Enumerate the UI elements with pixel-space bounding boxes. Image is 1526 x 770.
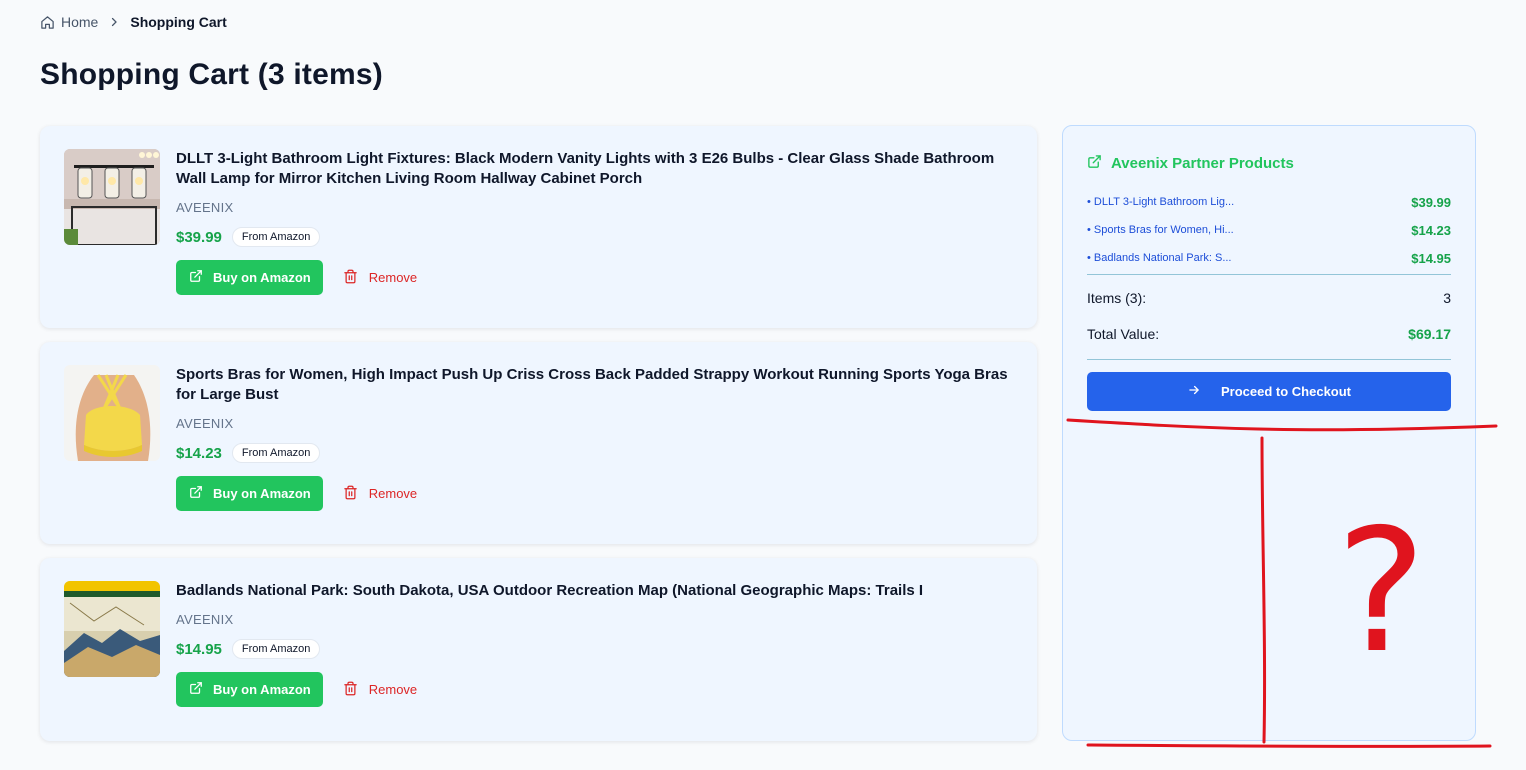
checkout-button-label: Proceed to Checkout [1220, 384, 1352, 399]
summary-divider [1087, 359, 1451, 360]
annotation-line [1086, 743, 1492, 748]
summary-header: Aveenix Partner Products [1087, 154, 1294, 173]
buy-on-amazon-button[interactable]: Buy on Amazon [176, 260, 323, 295]
product-price: $14.23 [176, 444, 222, 462]
summary-title: Aveenix Partner Products [1111, 155, 1294, 172]
remove-button-label: Remove [368, 486, 418, 501]
arrow-right-icon [1187, 383, 1201, 400]
order-summary-panel: Aveenix Partner Products • DLLT 3-Light … [1062, 125, 1476, 741]
remove-button[interactable]: Remove [343, 681, 417, 699]
cart-item: DLLT 3-Light Bathroom Light Fixtures: Bl… [40, 126, 1037, 328]
product-brand: AVEENIX [176, 200, 234, 215]
items-count-row: Items (3): 3 [1087, 290, 1451, 306]
summary-item-name: • DLLT 3-Light Bathroom Lig... [1087, 196, 1235, 208]
source-badge: From Amazon [231, 639, 321, 659]
buy-on-amazon-button[interactable]: Buy on Amazon [176, 476, 323, 511]
cart-item: Sports Bras for Women, High Impact Push … [40, 342, 1037, 544]
trash-icon [343, 681, 358, 699]
trash-icon [343, 485, 358, 503]
breadcrumb-home-label: Home [61, 14, 99, 30]
chevron-right-icon [108, 16, 120, 28]
source-badge: From Amazon [231, 443, 321, 463]
summary-divider [1087, 274, 1451, 275]
product-brand: AVEENIX [176, 612, 234, 627]
items-count-value: 3 [1443, 290, 1451, 306]
remove-button-label: Remove [368, 270, 418, 285]
remove-button[interactable]: Remove [343, 269, 417, 287]
total-value-label: Total Value: [1087, 326, 1160, 342]
home-icon [40, 15, 55, 30]
product-price: $14.95 [176, 640, 222, 658]
items-count-label: Items (3): [1087, 290, 1147, 306]
breadcrumb-home-link[interactable]: Home [40, 14, 98, 30]
product-title[interactable]: Sports Bras for Women, High Impact Push … [176, 365, 1016, 405]
product-brand: AVEENIX [176, 416, 234, 431]
summary-item-name: • Badlands National Park: S... [1087, 252, 1232, 264]
product-price: $39.99 [176, 228, 222, 246]
summary-item-price: $14.23 [1411, 222, 1451, 238]
summary-item-price: $14.95 [1411, 250, 1451, 266]
remove-button[interactable]: Remove [343, 485, 417, 503]
summary-item[interactable]: • Sports Bras for Women, Hi... $14.23 [1087, 216, 1451, 244]
buy-button-label: Buy on Amazon [213, 486, 311, 501]
buy-button-label: Buy on Amazon [213, 270, 311, 285]
trail-map-image[interactable] [64, 581, 160, 677]
proceed-to-checkout-button[interactable]: Proceed to Checkout [1087, 372, 1451, 411]
buy-button-label: Buy on Amazon [213, 682, 311, 697]
cart-item: Badlands National Park: South Dakota, US… [40, 558, 1037, 741]
remove-button-label: Remove [368, 682, 418, 697]
summary-item-list: • DLLT 3-Light Bathroom Lig... $39.99 • … [1087, 188, 1451, 272]
summary-item[interactable]: • DLLT 3-Light Bathroom Lig... $39.99 [1087, 188, 1451, 216]
trash-icon [343, 269, 358, 287]
summary-item[interactable]: • Badlands National Park: S... $14.95 [1087, 244, 1451, 272]
external-link-icon [189, 485, 203, 502]
external-link-icon [189, 681, 203, 698]
source-badge: From Amazon [231, 227, 321, 247]
product-title[interactable]: Badlands National Park: South Dakota, US… [176, 581, 1016, 601]
external-link-icon [189, 269, 203, 286]
sports-bra-image[interactable] [64, 365, 160, 461]
summary-item-price: $39.99 [1411, 194, 1451, 210]
summary-item-name: • Sports Bras for Women, Hi... [1087, 224, 1234, 236]
external-link-icon [1087, 154, 1102, 173]
total-value-amount: $69.17 [1408, 326, 1451, 342]
product-title[interactable]: DLLT 3-Light Bathroom Light Fixtures: Bl… [176, 149, 1016, 189]
vanity-light-image[interactable] [64, 149, 160, 245]
page-title: Shopping Cart (3 items) [40, 58, 383, 91]
breadcrumb-current: Shopping Cart [130, 14, 227, 30]
buy-on-amazon-button[interactable]: Buy on Amazon [176, 672, 323, 707]
total-value-row: Total Value: $69.17 [1087, 326, 1451, 342]
breadcrumb: Home Shopping Cart [40, 14, 227, 30]
